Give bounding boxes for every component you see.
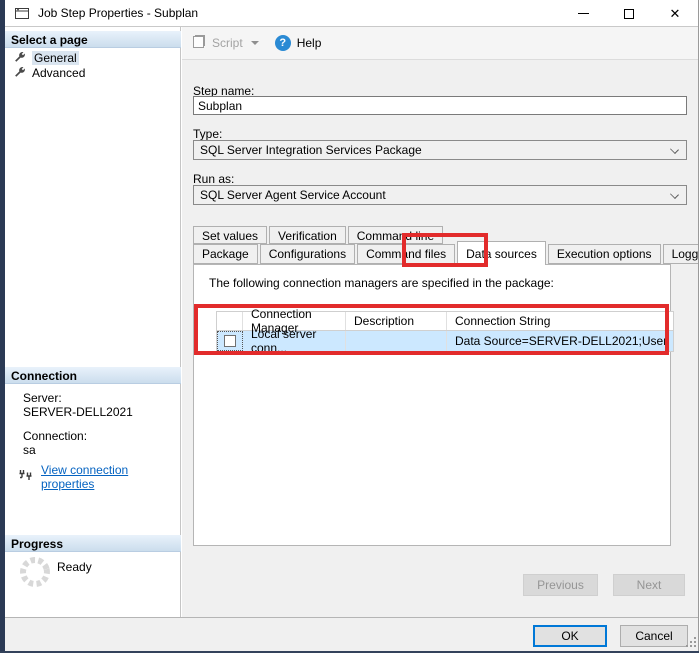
script-button[interactable]: Script: [191, 34, 259, 53]
type-select[interactable]: SQL Server Integration Services Package: [193, 140, 687, 160]
help-button[interactable]: ? Help: [275, 35, 322, 51]
table-row[interactable]: Local server conn... Data Source=SERVER-…: [217, 331, 673, 351]
sidebar: Select a page General Advanced Connectio…: [5, 27, 181, 617]
connection-section-header: Connection: [5, 367, 181, 384]
sidebar-item-general[interactable]: General: [7, 50, 177, 65]
tab-configurations[interactable]: Configurations: [260, 244, 355, 264]
chevron-down-icon: [670, 190, 679, 199]
wrench-icon: [13, 51, 26, 64]
server-label: Server:: [23, 391, 62, 405]
tab-execution-options[interactable]: Execution options: [548, 244, 661, 264]
cell-description: [346, 331, 447, 351]
connection-label: Connection:: [23, 429, 87, 443]
view-connection-properties-row: View connection properties: [17, 463, 180, 491]
title-bar: Job Step Properties - Subplan ✕: [5, 0, 699, 27]
chevron-down-icon: [670, 145, 679, 154]
tab-data-sources[interactable]: Data sources: [457, 241, 546, 265]
previous-button[interactable]: Previous: [523, 574, 598, 596]
select-a-page-header: Select a page: [5, 31, 181, 48]
window-title: Job Step Properties - Subplan: [38, 6, 198, 20]
connection-value: sa: [23, 443, 36, 457]
run-as-select[interactable]: SQL Server Agent Service Account: [193, 185, 687, 205]
row-checkbox-cell: [217, 331, 243, 351]
progress-status: Ready: [57, 560, 92, 574]
toolbar: Script ? Help: [182, 27, 698, 60]
resize-grip[interactable]: [686, 637, 696, 647]
wrench-icon: [13, 66, 26, 79]
type-label: Type:: [193, 127, 222, 141]
tab-row-2: Package Configurations Command files Dat…: [193, 244, 699, 265]
row-checkbox[interactable]: [224, 335, 236, 347]
sidebar-item-label: Advanced: [32, 66, 85, 80]
tab-command-line[interactable]: Command line: [348, 226, 443, 244]
cancel-button[interactable]: Cancel: [620, 625, 688, 647]
job-step-properties-dialog: Job Step Properties - Subplan ✕ Select a…: [0, 0, 699, 653]
maximize-button[interactable]: [606, 0, 652, 27]
help-icon: ?: [275, 35, 291, 51]
minimize-icon: [578, 13, 589, 14]
main-panel: Script ? Help Step name: Type: SQL Serve…: [182, 27, 699, 617]
type-selected-value: SQL Server Integration Services Package: [200, 143, 422, 157]
connection-managers-table: Connection Manager Description Connectio…: [216, 311, 674, 352]
panel-description: The following connection managers are sp…: [209, 276, 554, 290]
help-label: Help: [297, 36, 322, 50]
cell-connection-manager: Local server conn...: [243, 331, 346, 351]
data-sources-tab-panel: The following connection managers are sp…: [193, 264, 671, 546]
ok-button[interactable]: OK: [533, 625, 607, 647]
close-button[interactable]: ✕: [652, 0, 698, 27]
column-header-description: Description: [346, 312, 447, 330]
tab-row-1: Set values Verification Command line: [193, 226, 445, 244]
tab-verification[interactable]: Verification: [269, 226, 346, 244]
progress-spinner-icon: [17, 554, 53, 593]
tab-package[interactable]: Package: [193, 244, 258, 264]
footer-bar: OK Cancel: [5, 617, 699, 651]
tab-command-files[interactable]: Command files: [357, 244, 455, 264]
run-as-selected-value: SQL Server Agent Service Account: [200, 188, 386, 202]
close-icon: ✕: [670, 7, 681, 20]
next-button[interactable]: Next: [613, 574, 685, 596]
script-label: Script: [212, 36, 243, 50]
sidebar-item-advanced[interactable]: Advanced: [7, 65, 177, 80]
run-as-label: Run as:: [193, 172, 234, 186]
server-value: SERVER-DELL2021: [23, 405, 133, 419]
column-header-connection-string: Connection String: [447, 312, 671, 330]
minimize-button[interactable]: [560, 0, 606, 27]
maximize-icon: [624, 9, 634, 19]
tab-set-values[interactable]: Set values: [193, 226, 267, 244]
script-dropdown-icon[interactable]: [251, 41, 259, 45]
sidebar-item-label: General: [32, 51, 79, 65]
progress-section-header: Progress: [5, 535, 181, 552]
script-icon: [191, 34, 207, 53]
header-checkbox-spacer: [217, 312, 243, 330]
cell-connection-string: Data Source=SERVER-DELL2021;User ...: [447, 331, 671, 351]
left-edge-strip: [0, 0, 5, 653]
step-name-input[interactable]: [193, 96, 687, 115]
tab-logging[interactable]: Logging: [663, 244, 699, 264]
dialog-icon: [14, 6, 30, 21]
view-connection-properties-link[interactable]: View connection properties: [41, 463, 180, 491]
connection-properties-icon: [17, 468, 34, 487]
